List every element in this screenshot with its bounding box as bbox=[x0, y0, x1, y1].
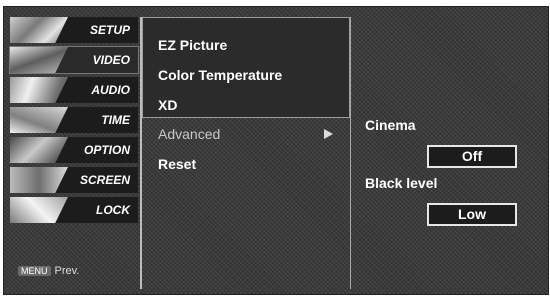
menu-item-color-temperature[interactable]: Color Temperature bbox=[158, 67, 282, 83]
prev-hint[interactable]: MENU Prev. bbox=[18, 265, 79, 277]
advanced-settings-panel: Cinema Off Black level Low bbox=[350, 17, 543, 289]
category-label: TIME bbox=[101, 113, 130, 127]
category-label: VIDEO bbox=[92, 53, 130, 67]
cinema-value-box[interactable]: Off bbox=[427, 145, 517, 168]
black-level-value-box[interactable]: Low bbox=[427, 203, 517, 226]
category-screen[interactable]: SCREEN bbox=[10, 167, 138, 193]
menu-item-advanced[interactable]: Advanced bbox=[158, 126, 220, 142]
prev-label: Prev. bbox=[54, 265, 80, 277]
category-label: LOCK bbox=[96, 203, 130, 217]
category-video[interactable]: VIDEO bbox=[9, 46, 139, 74]
menu-item-ez-picture[interactable]: EZ Picture bbox=[158, 37, 227, 53]
category-option[interactable]: OPTION bbox=[10, 137, 138, 163]
category-label: OPTION bbox=[83, 143, 130, 157]
cinema-label: Cinema bbox=[365, 117, 416, 133]
option-thumbnail-icon bbox=[10, 137, 68, 163]
tv-osd-menu: SETUP VIDEO AUDIO TIME OPTION SCREEN LOC… bbox=[3, 6, 549, 295]
black-level-label: Black level bbox=[365, 175, 438, 191]
category-label: AUDIO bbox=[91, 83, 130, 97]
category-setup[interactable]: SETUP bbox=[10, 17, 138, 43]
time-thumbnail-icon bbox=[10, 107, 68, 133]
category-lock[interactable]: LOCK bbox=[10, 197, 138, 223]
audio-thumbnail-icon bbox=[10, 77, 68, 103]
screen-thumbnail-icon bbox=[10, 167, 68, 193]
menu-key-icon: MENU bbox=[18, 266, 51, 276]
menu-item-xd[interactable]: XD bbox=[158, 97, 177, 113]
submenu-arrow-icon bbox=[324, 129, 333, 139]
menu-item-reset[interactable]: Reset bbox=[158, 156, 196, 172]
video-thumbnail-icon bbox=[10, 47, 68, 73]
category-time[interactable]: TIME bbox=[10, 107, 138, 133]
category-label: SETUP bbox=[89, 23, 130, 37]
category-audio[interactable]: AUDIO bbox=[10, 77, 138, 103]
category-label: SCREEN bbox=[79, 173, 130, 187]
category-menu: SETUP VIDEO AUDIO TIME OPTION SCREEN LOC… bbox=[9, 17, 139, 289]
video-submenu: EZ Picture Color Temperature XD Advanced… bbox=[140, 17, 352, 289]
setup-thumbnail-icon bbox=[10, 17, 68, 43]
lock-thumbnail-icon bbox=[10, 197, 68, 223]
